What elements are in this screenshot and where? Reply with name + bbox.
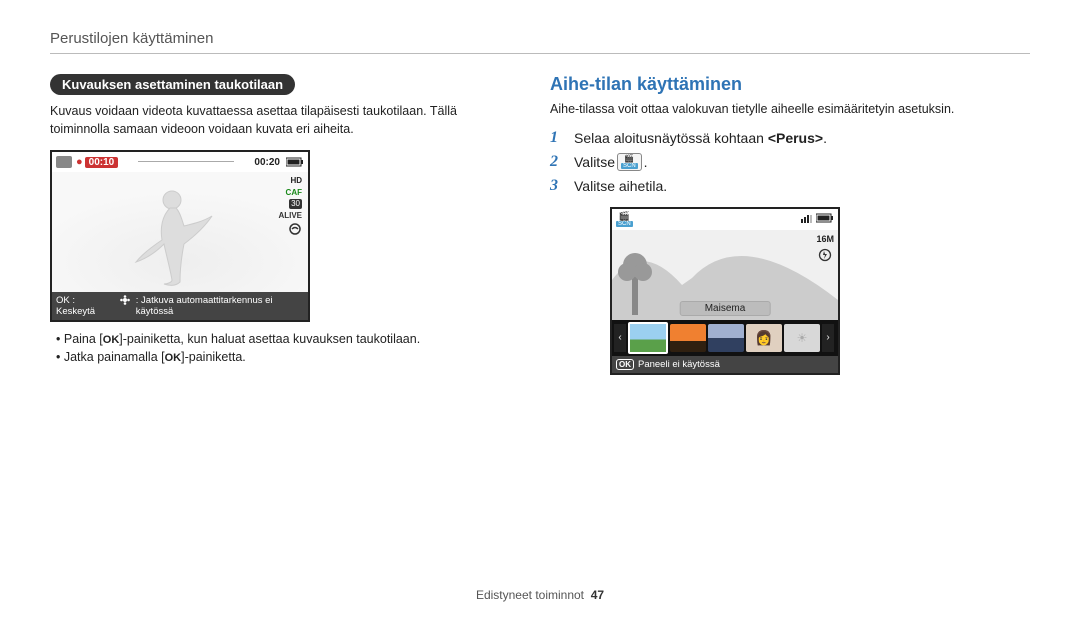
right-column: Aihe-tilan käyttäminen Aihe-tilassa voit…: [550, 74, 1030, 377]
thumb-next-arrow[interactable]: ›: [822, 324, 834, 352]
footer-panel-text: Paneeli ei käytössä: [638, 359, 720, 370]
thumb-landscape[interactable]: [628, 322, 668, 354]
hd-label: HD: [278, 176, 302, 186]
subsection-pill: Kuvauksen asettaminen taukotilaan: [50, 74, 295, 95]
clapper-icon: 🎬: [624, 155, 634, 163]
bullet-item: Paina [OK]-painiketta, kun haluat asetta…: [56, 332, 490, 346]
battery-icon: [286, 157, 304, 167]
right-heading: Aihe-tilan käyttäminen: [550, 74, 1030, 95]
left-bullet-list: Paina [OK]-painiketta, kun haluat asetta…: [50, 332, 490, 364]
wind-icon: [278, 222, 302, 239]
camera-screen-right: 🎬 SCN: [610, 207, 840, 375]
thumb-dawn[interactable]: [708, 324, 744, 352]
thumb-portrait[interactable]: 👩: [746, 324, 782, 352]
total-time: 00:20: [254, 157, 280, 168]
ok-label-inline: OK: [103, 334, 120, 346]
battery-icon: [816, 213, 834, 225]
record-dot-icon: ●: [76, 156, 83, 168]
alive-label: ALIVE: [278, 211, 302, 221]
dancer-silhouette: [52, 172, 308, 292]
footer-note: : Jatkuva automaattitarkennus ei käytöss…: [136, 295, 304, 317]
scn-mode-icon: 🎬 SCN: [617, 153, 642, 171]
thumb-sunset[interactable]: [670, 324, 706, 352]
step-list: 1 Selaa aloitusnäytössä kohtaan <Perus>.…: [550, 129, 1030, 195]
ok-box: OK: [616, 359, 634, 370]
camera-screen-left: ● 00:10 00:20: [50, 150, 310, 322]
scn-label: SCN: [621, 163, 638, 169]
fps-label: 30: [289, 199, 302, 209]
scene-label: Maisema: [680, 301, 771, 316]
signal-icon: [801, 215, 812, 223]
step-item: 3 Valitse aihetila.: [550, 177, 1030, 195]
left-column: Kuvauksen asettaminen taukotilaan Kuvaus…: [50, 74, 490, 377]
thumb-backlight[interactable]: ☀: [784, 324, 820, 352]
step1-bold: <Perus>: [768, 130, 823, 146]
section-title: Perustilojen käyttäminen: [50, 30, 1030, 54]
scn-mode-icon-small: 🎬 SCN: [616, 212, 633, 227]
ok-label-inline: OK: [165, 352, 182, 364]
right-intro: Aihe-tilassa voit ottaa valokuvan tietyl…: [550, 101, 1030, 119]
thumb-prev-arrow[interactable]: ‹: [614, 324, 626, 352]
page-footer: Edistyneet toiminnot 47: [0, 588, 1080, 602]
step-number: 3: [550, 177, 564, 195]
page-number: 47: [591, 588, 604, 602]
step-number: 1: [550, 129, 564, 147]
bullet-item: Jatka painamalla [OK]-painiketta.: [56, 350, 490, 364]
flash-off-icon: [816, 248, 834, 264]
step-item: 2 Valitse 🎬 SCN .: [550, 153, 1030, 171]
flower-icon: [120, 295, 130, 317]
video-icon: [56, 156, 72, 168]
rec-time: 00:10: [85, 157, 119, 168]
footer-ok-label: OK : Keskeytä: [56, 295, 114, 317]
scene-thumbnails: ‹ 👩 ☀ ›: [612, 320, 838, 356]
step-number: 2: [550, 153, 564, 171]
resolution-label: 16M: [816, 234, 834, 244]
caf-label: CAF: [278, 188, 302, 198]
step-item: 1 Selaa aloitusnäytössä kohtaan <Perus>.: [550, 129, 1030, 147]
left-intro-text: Kuvaus voidaan videota kuvattaessa asett…: [50, 103, 490, 138]
